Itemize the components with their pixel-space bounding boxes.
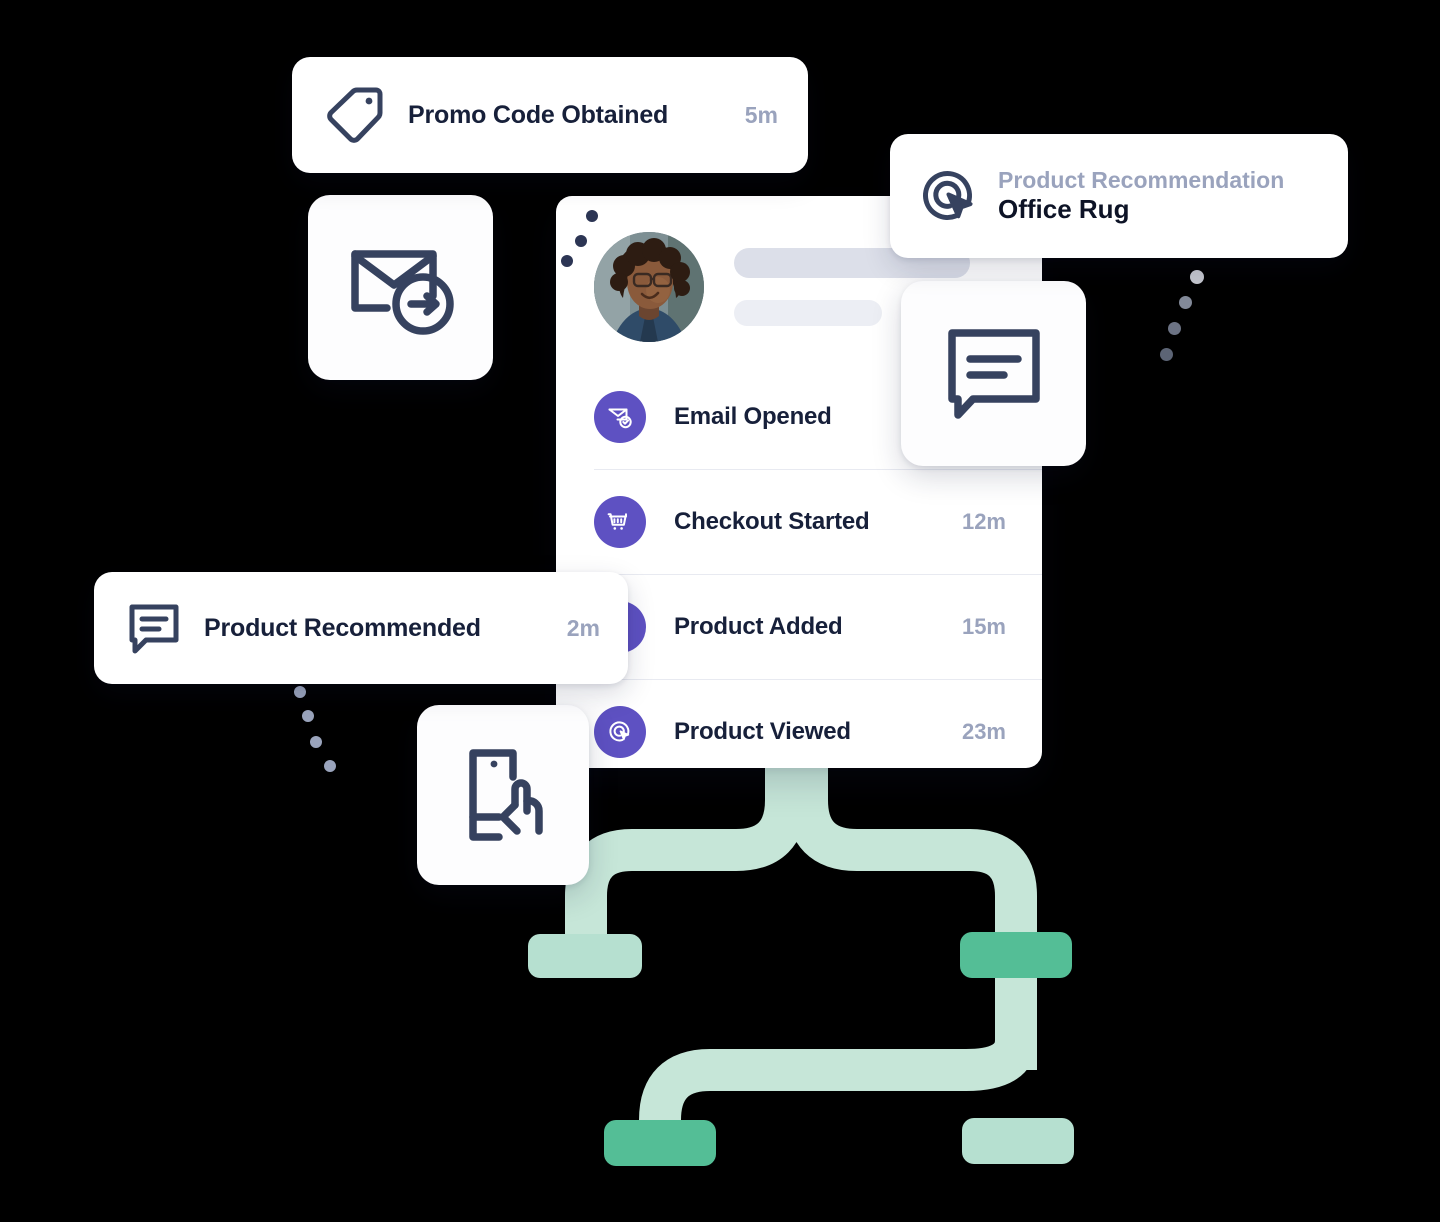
timeline-row-checkout-started[interactable]: Checkout Started 12m <box>556 469 1042 574</box>
timeline-row-label: Email Opened <box>674 402 832 430</box>
click-target-icon <box>594 705 646 758</box>
timeline-row-label: Product Viewed <box>674 717 851 745</box>
recommendation-kicker: Product Recommendation <box>998 167 1285 194</box>
decor-dot <box>586 210 598 222</box>
product-recommended-title: Product Recommended <box>204 613 481 642</box>
decor-dot <box>302 710 314 722</box>
dot-cluster-right <box>1160 268 1240 378</box>
timeline-row-time: 23m <box>961 718 1006 744</box>
flow-diagram <box>528 740 1074 1222</box>
timeline-row-product-viewed[interactable]: Product Viewed 23m <box>556 679 1042 768</box>
promo-card-time: 5m <box>744 101 778 128</box>
promo-card-title: Promo Code Obtained <box>408 100 669 129</box>
product-recommended-card[interactable]: Product Recommended 2m <box>94 572 628 684</box>
email-opened-icon <box>594 390 646 443</box>
decor-dot <box>1160 348 1173 361</box>
decor-dot <box>575 235 587 247</box>
decor-dot <box>294 686 306 698</box>
timeline-row-time: 15m <box>961 613 1006 639</box>
avatar <box>594 232 704 342</box>
mobile-tap-tile[interactable] <box>417 705 589 885</box>
decor-dot <box>1179 296 1192 309</box>
product-recommendation-card[interactable]: Product Recommendation Office Rug <box>890 134 1348 258</box>
decor-dot <box>1168 322 1181 335</box>
timeline-row-time: 12m <box>961 508 1006 534</box>
email-send-icon <box>350 249 454 335</box>
timeline-row-label: Checkout Started <box>674 507 870 535</box>
mobile-tap-icon <box>469 749 543 841</box>
flow-node <box>960 932 1072 978</box>
timeline-row-product-added[interactable]: Product Added 15m <box>556 574 1042 679</box>
decor-dot <box>561 255 573 267</box>
shopping-cart-icon <box>594 495 646 548</box>
decor-dot <box>1190 270 1204 284</box>
recommendation-text: Product Recommendation Office Rug <box>998 167 1284 225</box>
flow-node <box>604 1120 716 1166</box>
chat-bubble-tile[interactable] <box>901 281 1086 466</box>
promo-code-card[interactable]: Promo Code Obtained 5m <box>292 57 808 173</box>
product-recommended-time: 2m <box>566 614 600 641</box>
timeline-row-label: Product Added <box>674 612 843 640</box>
click-target-icon <box>923 171 973 220</box>
chat-bubble-icon <box>129 604 179 654</box>
flow-node <box>528 934 642 978</box>
tag-icon <box>327 87 383 143</box>
email-send-tile[interactable] <box>308 195 493 380</box>
skeleton-bar-secondary <box>734 300 882 326</box>
recommendation-value: Office Rug <box>998 193 1130 224</box>
chat-bubble-icon <box>947 328 1040 419</box>
flow-node <box>962 1118 1074 1164</box>
illustration-stage: Email Opened Checkout Started 12m Produc… <box>0 0 1440 1222</box>
